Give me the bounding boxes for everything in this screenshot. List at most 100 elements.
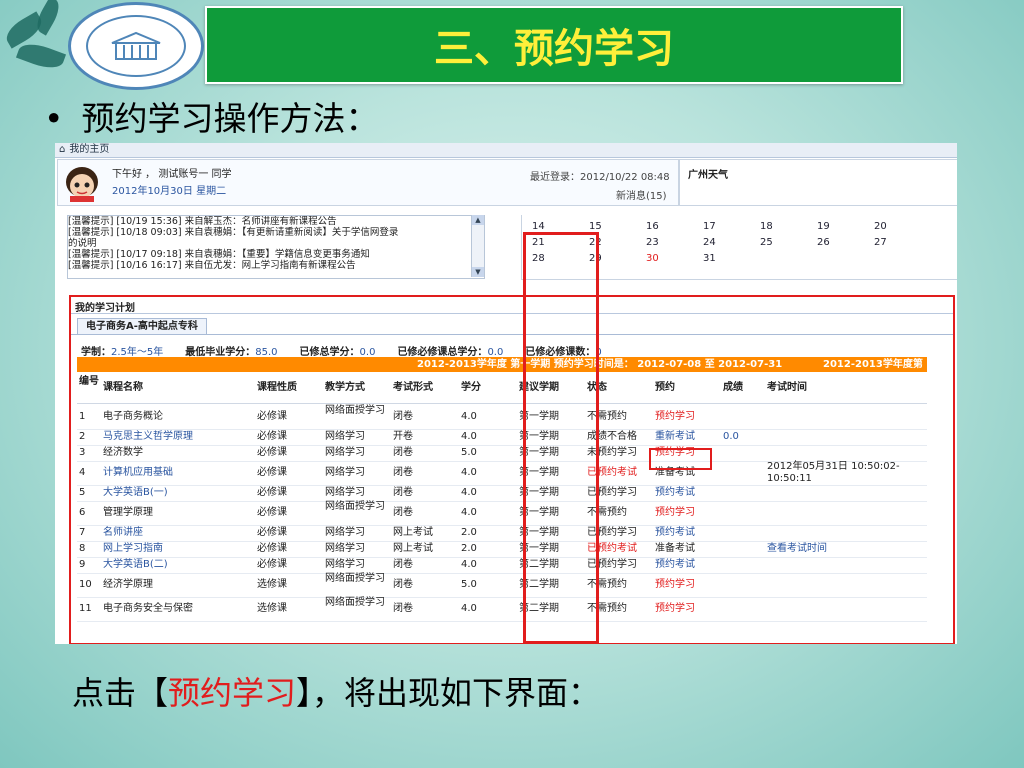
new-messages-link[interactable]: 新消息(15) xyxy=(616,187,667,202)
cell-credit: 2.0 xyxy=(461,527,477,538)
cell-exam: 闭卷 xyxy=(393,507,413,518)
calendar-day[interactable]: 15 xyxy=(589,221,619,232)
cell-credit: 4.0 xyxy=(461,603,477,614)
cell-nature: 必修课 xyxy=(257,507,287,518)
calendar-day[interactable]: 23 xyxy=(646,237,676,248)
notice-item[interactable]: [温馨提示] [10/17 09:18] 来自袁穗娟：【重要】学籍信息变更事务通… xyxy=(68,249,484,260)
table-row: 1 电子商务概论 必修课 网络面授学习 闭卷 4.0 第一学期 不需预约 预约学习 xyxy=(77,405,927,430)
table-row: 6 管理学原理 必修课 网络面授学习 闭卷 4.0 第一学期 不需预约 预约学习 xyxy=(77,501,927,526)
cell-score: 0.0 xyxy=(723,431,739,442)
bullet-icon: • xyxy=(44,99,64,138)
calendar-day[interactable]: 26 xyxy=(817,237,847,248)
cell-no: 11 xyxy=(79,603,92,614)
column-header: 编号 xyxy=(79,376,99,387)
weather-title: 广州天气 xyxy=(688,170,728,181)
plan-title: 我的学习计划 xyxy=(75,303,135,314)
cell-mode: 网络学习 xyxy=(325,543,365,554)
calendar-day[interactable]: 18 xyxy=(760,221,790,232)
cell-mode: 网络学习 xyxy=(325,559,365,570)
cell-mode: 网络学习 xyxy=(325,487,365,498)
home-tab[interactable]: ⌂ 我的主页 xyxy=(55,143,957,158)
study-plan-panel: 我的学习计划 电子商务A-高中起点专科 学制：2.5年～5年 最低毕业学分：85.… xyxy=(69,295,955,644)
cell-exam: 网上考试 xyxy=(393,543,433,554)
course-name-link: 经济数学 xyxy=(103,447,143,458)
calendar-day[interactable]: 27 xyxy=(874,237,904,248)
book-action-link[interactable]: 预约学习 xyxy=(655,507,721,519)
course-name-link[interactable]: 网上学习指南 xyxy=(103,543,253,555)
tab-major[interactable]: 电子商务A-高中起点专科 xyxy=(77,318,207,335)
notice-item[interactable]: 的说明 xyxy=(68,238,484,249)
course-table-header: 编号 课程名称 课程性质 教学方式 考试形式 学分 建议学期 状态 预约 成绩 考试时间 xyxy=(77,375,927,404)
table-row: 7 名师讲座 必修课 网络学习 网上考试 2.0 第一学期 已预约学习 预约考试 xyxy=(77,525,927,542)
book-action-link[interactable]: 重新考试 xyxy=(655,431,721,443)
calendar-day[interactable]: 14 xyxy=(532,221,562,232)
student-avatar xyxy=(62,164,102,202)
cell-credit: 4.0 xyxy=(461,411,477,422)
book-action-link[interactable]: 预约考试 xyxy=(655,527,721,539)
cell-credit: 4.0 xyxy=(461,507,477,518)
table-row: 11 电子商务安全与保密 选修课 网络面授学习 闭卷 4.0 第二学期 不需预约 预约学习 xyxy=(77,597,927,622)
calendar-day[interactable]: 20 xyxy=(874,221,904,232)
book-action-link: 准备考试 xyxy=(655,543,695,554)
cell-mode: 网络学习 xyxy=(325,467,365,478)
calendar-day[interactable]: 30 xyxy=(646,253,676,264)
course-name-link[interactable]: 马克思主义哲学原理 xyxy=(103,431,253,443)
book-action-link[interactable]: 预约考试 xyxy=(655,487,721,499)
book-action-link[interactable]: 预约考试 xyxy=(655,559,721,571)
cell-no: 3 xyxy=(79,447,86,458)
column-header: 课程性质 xyxy=(257,382,297,393)
cell-no: 6 xyxy=(79,507,86,518)
cell-exam: 闭卷 xyxy=(393,447,413,458)
book-study-highlight xyxy=(649,448,712,470)
calendar-day[interactable]: 24 xyxy=(703,237,733,248)
cell-mode: 网络面授学习 xyxy=(325,597,385,608)
table-row: 10 经济学原理 选修课 网络面授学习 闭卷 5.0 第二学期 不需预约 预约学习 xyxy=(77,573,927,598)
book-action-link[interactable]: 预约学习 xyxy=(655,603,721,615)
school-logo-area xyxy=(0,0,215,95)
column-header: 课程名称 xyxy=(103,382,143,393)
calendar-day[interactable]: 16 xyxy=(646,221,676,232)
course-name-link[interactable]: 大学英语B(二) xyxy=(103,559,253,571)
cell-nature: 必修课 xyxy=(257,467,287,478)
cell-exam: 闭卷 xyxy=(393,467,413,478)
book-action-link[interactable]: 预约学习 xyxy=(655,411,721,423)
calendar-day[interactable]: 19 xyxy=(817,221,847,232)
column-header: 教学方式 xyxy=(325,382,365,393)
cell-no: 7 xyxy=(79,527,86,538)
table-row: 8 网上学习指南 必修课 网络学习 网上考试 2.0 第一学期 已预约考试 准备考试 查看考试时间 xyxy=(77,541,927,558)
course-name-link[interactable]: 名师讲座 xyxy=(103,527,253,539)
cell-nature: 必修课 xyxy=(257,447,287,458)
notice-item[interactable]: [温馨提示] [10/16 16:17] 来自伍尤发：网上学习指南有新课程公告 xyxy=(68,260,484,271)
calendar-day[interactable]: 17 xyxy=(703,221,733,232)
cell-exam: 闭卷 xyxy=(393,579,413,590)
column-header: 预约 xyxy=(655,382,675,393)
cell-credit: 5.0 xyxy=(461,579,477,590)
calendar-day[interactable]: 25 xyxy=(760,237,790,248)
notice-item[interactable]: [温馨提示] [10/19 15:36] 来自解玉杰：名师讲座有新课程公告 xyxy=(68,216,484,227)
scroll-up-icon[interactable]: ▲ xyxy=(472,215,484,225)
greeting-panel: 下午好 ， 测试账号一 同学 2012年10月30日 星期二 最近登录：2012… xyxy=(57,159,679,206)
calendar-day[interactable]: 31 xyxy=(703,253,733,264)
scroll-down-icon[interactable]: ▼ xyxy=(472,267,484,277)
view-exam-time-link[interactable]: 查看考试时间 xyxy=(767,543,927,555)
book-action-link[interactable]: 预约学习 xyxy=(655,579,721,591)
term-banner: 2012-2013学年度 第一学期 预约学习时间是： 2012-07-08 至 … xyxy=(77,357,927,372)
term-banner-right: 2012-2013学年度第 xyxy=(823,359,923,370)
column-header: 学分 xyxy=(461,382,481,393)
footer-suffix: 】，将出现如下界面： xyxy=(296,674,601,712)
course-name-link[interactable]: 大学英语B(一) xyxy=(103,487,253,499)
notice-item[interactable]: [温馨提示] [10/18 09:03] 来自袁穗娟：【有更新请重新阅读】关于学… xyxy=(68,227,484,238)
weather-panel: 广州天气 xyxy=(679,159,957,206)
slide-heading: • 预约学习操作方法： xyxy=(44,92,378,140)
cell-credit: 2.0 xyxy=(461,543,477,554)
cell-no: 9 xyxy=(79,559,86,570)
course-name-link[interactable]: 计算机应用基础 xyxy=(103,467,253,479)
column-header: 成绩 xyxy=(723,382,743,393)
cell-mode: 网络学习 xyxy=(325,431,365,442)
heading-text: 预约学习操作方法： xyxy=(81,99,379,138)
table-row: 3 经济数学 必修课 网络学习 闭卷 5.0 第一学期 未预约学习 预约学习 xyxy=(77,445,927,462)
cell-nature: 选修课 xyxy=(257,603,287,614)
cell-exam: 闭卷 xyxy=(393,559,413,570)
notice-scrollbar[interactable]: ▲ ▼ xyxy=(471,215,484,277)
portal-screenshot: ⌂ 我的主页 下午好 ， 测试账号一 同学 2012年10月30日 星期二 最近登… xyxy=(55,143,957,644)
